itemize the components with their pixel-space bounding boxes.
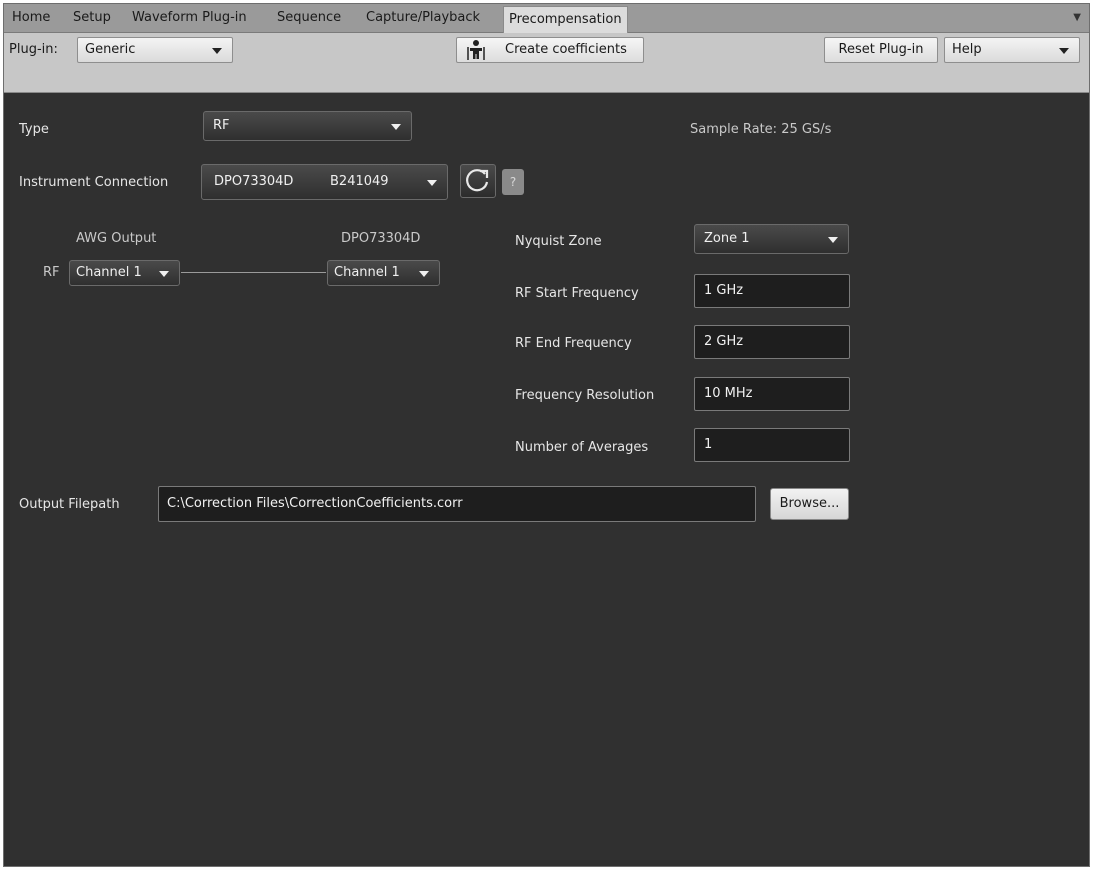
chevron-down-icon <box>828 237 838 243</box>
main-content: Type RF Sample Rate: 25 GS/s Instrument … <box>4 93 1089 866</box>
type-select[interactable]: RF <box>203 111 412 141</box>
create-coefficients-label: Create coefficients <box>505 42 627 57</box>
tab-capture-playback[interactable]: Capture/Playback <box>366 4 480 32</box>
instrument-serial: B241049 <box>330 174 389 189</box>
channel-connection-line <box>181 272 326 273</box>
scope-channel-value: Channel 1 <box>334 265 400 280</box>
tab-sequence[interactable]: Sequence <box>277 4 341 32</box>
number-of-averages-input[interactable]: 1 <box>694 428 850 462</box>
rf-label: RF <box>43 265 60 280</box>
nyquist-zone-select[interactable]: Zone 1 <box>694 224 849 254</box>
awg-channel-value: Channel 1 <box>76 265 142 280</box>
refresh-button[interactable] <box>460 164 496 198</box>
nyquist-zone-value: Zone 1 <box>704 231 750 246</box>
tab-setup[interactable]: Setup <box>73 4 111 32</box>
tab-home[interactable]: Home <box>12 4 50 32</box>
plugin-select[interactable]: Generic <box>77 37 233 63</box>
create-coefficients-button[interactable]: Create coefficients <box>456 37 644 63</box>
refresh-icon <box>466 169 489 192</box>
toolbar: Plug-in: Generic Create coefficients Res… <box>4 33 1089 93</box>
chevron-down-icon <box>212 48 222 54</box>
rf-start-frequency-label: RF Start Frequency <box>515 286 639 301</box>
precompensation-window: Home Setup Waveform Plug-in Sequence Cap… <box>3 3 1090 867</box>
tab-waveform-plugin[interactable]: Waveform Plug-in <box>132 4 247 32</box>
tab-bar: Home Setup Waveform Plug-in Sequence Cap… <box>4 4 1089 33</box>
chevron-down-icon <box>427 180 437 186</box>
number-of-averages-label: Number of Averages <box>515 440 649 455</box>
help-select-value: Help <box>952 42 982 57</box>
instrument-model: DPO73304D <box>214 174 294 189</box>
chevron-down-icon <box>159 271 169 277</box>
chevron-down-icon <box>1059 48 1069 54</box>
instrument-connection-label: Instrument Connection <box>19 175 169 190</box>
plugin-select-value: Generic <box>85 42 136 57</box>
type-select-value: RF <box>213 118 230 133</box>
reset-plugin-button[interactable]: Reset Plug-in <box>824 37 938 63</box>
awg-channel-select[interactable]: Channel 1 <box>69 260 180 286</box>
output-filepath-label: Output Filepath <box>19 497 120 512</box>
output-filepath-input[interactable]: C:\Correction Files\CorrectionCoefficien… <box>158 486 756 522</box>
tab-overflow-icon[interactable]: ▼ <box>1073 4 1081 32</box>
sample-rate-display: Sample Rate: 25 GS/s <box>690 122 831 137</box>
sample-rate-label: Sample Rate: <box>690 122 778 137</box>
type-label: Type <box>19 122 49 137</box>
awg-output-label: AWG Output <box>76 231 157 246</box>
browse-button[interactable]: Browse... <box>770 488 849 520</box>
connection-help-button[interactable]: ? <box>502 169 524 195</box>
rf-end-frequency-input[interactable]: 2 GHz <box>694 325 850 359</box>
wand-figure-icon <box>465 39 487 70</box>
instrument-connection-select[interactable]: DPO73304D B241049 <box>201 164 448 200</box>
scope-channel-select[interactable]: Channel 1 <box>327 260 440 286</box>
nyquist-zone-label: Nyquist Zone <box>515 234 602 249</box>
chevron-down-icon <box>419 271 429 277</box>
chevron-down-icon <box>391 124 401 130</box>
sample-rate-value: 25 GS/s <box>781 122 832 137</box>
plugin-label: Plug-in: <box>9 42 58 57</box>
frequency-resolution-input[interactable]: 10 MHz <box>694 377 850 411</box>
rf-start-frequency-input[interactable]: 1 GHz <box>694 274 850 308</box>
scope-model-label: DPO73304D <box>341 231 421 246</box>
frequency-resolution-label: Frequency Resolution <box>515 388 655 403</box>
tab-precompensation[interactable]: Precompensation <box>503 6 628 33</box>
help-select[interactable]: Help <box>944 37 1080 63</box>
rf-end-frequency-label: RF End Frequency <box>515 336 632 351</box>
